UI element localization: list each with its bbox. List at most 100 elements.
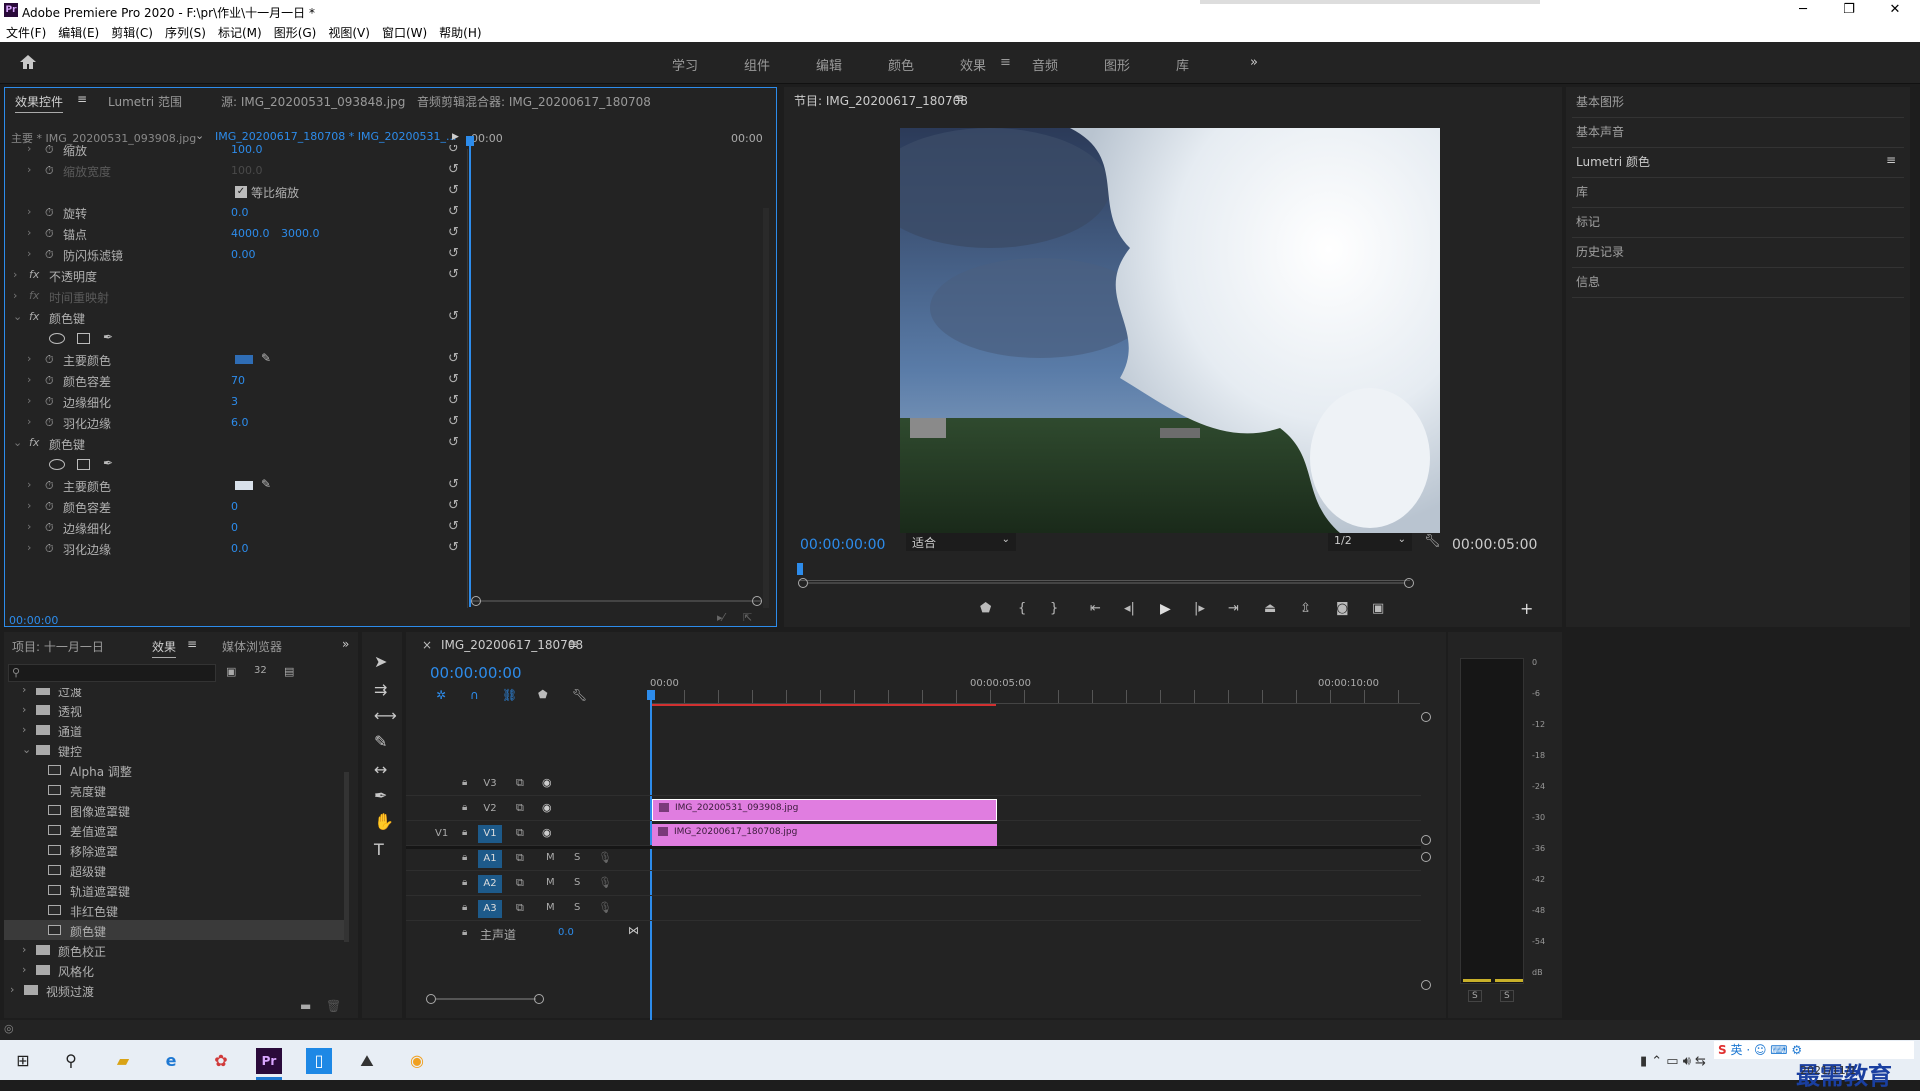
expand-chevron-icon[interactable]: › <box>22 963 26 976</box>
effects-item[interactable]: 亮度键 <box>4 780 349 800</box>
workspace-learn[interactable]: 学习 <box>672 55 698 74</box>
ec-row[interactable]: ✓ 等比缩放 ↺ <box>5 181 460 202</box>
windows-start-icon[interactable]: ⊞ <box>10 1048 36 1074</box>
tab-effects[interactable]: 效果 <box>152 638 177 658</box>
ec-row[interactable]: ✒ <box>5 328 460 349</box>
app-orange-icon[interactable]: ◉ <box>404 1048 430 1074</box>
property-value[interactable]: 100.0 <box>231 164 263 177</box>
ec-row[interactable]: ⌄ fx 颜色键 ↺ <box>5 433 460 454</box>
mute-button[interactable]: M <box>546 852 555 863</box>
reset-icon[interactable]: ↺ <box>448 351 459 366</box>
sync-lock-icon[interactable]: ⧉ <box>516 801 524 815</box>
property-value[interactable]: 70 <box>231 374 245 387</box>
lock-icon[interactable]: 🔒︎ <box>462 827 467 838</box>
microphone-icon[interactable]: 🎙︎ <box>598 851 612 864</box>
workspace-assembly[interactable]: 组件 <box>744 55 770 74</box>
program-monitor-title[interactable]: 节目: IMG_20200617_180708 <box>794 92 968 109</box>
timeline-zoom-right-handle[interactable] <box>534 994 544 1004</box>
eyedropper-icon[interactable]: ✎ <box>261 351 271 365</box>
program-menu-icon[interactable]: ≡ <box>954 91 964 105</box>
ec-row[interactable]: ⌄ fx 颜色键 ↺ <box>5 307 460 328</box>
sync-lock-icon[interactable]: ⧉ <box>516 876 524 890</box>
export-frame-icon[interactable]: ◙ <box>1336 601 1349 616</box>
effects-item[interactable]: 移除遮罩 <box>4 840 349 860</box>
fx-icon[interactable]: fx <box>29 268 39 281</box>
track-target-a3[interactable]: A3 <box>478 900 502 918</box>
menu-window[interactable]: 窗口(W) <box>376 22 433 41</box>
reset-icon[interactable]: ↺ <box>448 393 459 408</box>
ec-row[interactable]: › ⏱ 颜色容差 70 ↺ <box>5 370 460 391</box>
master-track-value[interactable]: 0.0 <box>558 927 574 938</box>
clip-v2[interactable]: IMG_20200531_093908.jpg <box>652 799 997 821</box>
property-value[interactable]: 0.0 <box>231 542 249 555</box>
expand-chevron-icon[interactable]: › <box>27 520 31 533</box>
expand-chevron-icon[interactable]: › <box>27 163 31 176</box>
reset-icon[interactable]: ↺ <box>448 540 459 555</box>
eye-icon[interactable]: ◉ <box>542 776 552 789</box>
reset-icon[interactable]: ↺ <box>448 414 459 429</box>
ec-row[interactable]: › ⏱ 颜色容差 0 ↺ <box>5 496 460 517</box>
wrench-icon[interactable]: 🔧︎ <box>1424 534 1441 549</box>
expand-chevron-icon[interactable]: › <box>13 289 17 302</box>
color-swatch[interactable] <box>235 481 253 490</box>
panel-libraries[interactable]: 库 <box>1576 183 1588 200</box>
ec-export-icon[interactable]: ⇱ <box>743 611 752 624</box>
reset-icon[interactable]: ↺ <box>448 477 459 492</box>
expand-chevron-icon[interactable]: › <box>27 247 31 260</box>
effects-item[interactable]: 颜色键 <box>4 920 349 940</box>
linked-selection-icon[interactable]: ⛓ <box>502 688 517 702</box>
expand-chevron-icon[interactable]: › <box>27 145 31 155</box>
track-target-v3[interactable]: V3 <box>478 775 502 793</box>
tab-lumetri-scopes[interactable]: Lumetri 范围 <box>108 93 182 110</box>
master-clip-label[interactable]: 主要 * IMG_20200531_093908.jpg <box>11 130 196 146</box>
menu-clip[interactable]: 剪辑(C) <box>105 22 159 41</box>
effects-folder[interactable]: › 颜色校正 <box>4 940 349 960</box>
panel-history[interactable]: 历史记录 <box>1576 243 1624 260</box>
property-value[interactable]: 4000.0 <box>231 227 270 240</box>
menu-edit[interactable]: 编辑(E) <box>52 22 105 41</box>
stopwatch-icon[interactable]: ⏱ <box>45 248 54 262</box>
stopwatch-icon[interactable]: ⏱ <box>45 500 54 514</box>
expand-chevron-icon[interactable]: › <box>27 541 31 554</box>
effects-folder[interactable]: › 过渡 <box>4 688 349 700</box>
pen-mask-icon[interactable]: ✒ <box>103 330 113 344</box>
photos-icon[interactable]: ⛰ <box>354 1048 380 1074</box>
timeline-ruler[interactable] <box>650 690 1420 704</box>
lock-icon[interactable]: 🔒︎ <box>462 852 467 863</box>
a-scroll-handle[interactable] <box>1421 980 1431 990</box>
track-target-a1[interactable]: A1 <box>478 850 502 868</box>
panel-markers[interactable]: 标记 <box>1576 213 1600 230</box>
workspace-audio[interactable]: 音频 <box>1032 55 1058 74</box>
solo-right-button[interactable]: S <box>1500 990 1514 1002</box>
ripple-edit-tool-icon[interactable]: ⟷ <box>374 706 397 725</box>
reset-icon[interactable]: ↺ <box>448 435 459 450</box>
master-track-end-icon[interactable]: ⋈ <box>628 924 639 937</box>
eyedropper-icon[interactable]: ✎ <box>261 477 271 491</box>
eye-icon[interactable]: ◉ <box>542 826 552 839</box>
ec-row[interactable]: › ⏱ 旋转 0.0 ↺ <box>5 202 460 223</box>
minimize-button[interactable]: ─ <box>1780 0 1826 22</box>
ec-row[interactable]: › ⏱ 缩放宽度 100.0 ↺ <box>5 160 460 181</box>
chevron-down-icon[interactable]: ⌄ <box>195 129 204 142</box>
menu-file[interactable]: 文件(F) <box>0 22 52 41</box>
extract-icon[interactable]: ⇫ <box>1300 601 1311 616</box>
tab-source[interactable]: 源: IMG_20200531_093848.jpg <box>221 93 405 110</box>
sync-lock-icon[interactable]: ⧉ <box>516 851 524 865</box>
resolution-dropdown[interactable]: 1/2 ⌄ <box>1328 533 1412 551</box>
reset-icon[interactable]: ↺ <box>448 519 459 534</box>
rect-mask-icon[interactable] <box>77 333 90 344</box>
ec-row[interactable]: › ⏱ 主要颜色 ✎ ↺ <box>5 475 460 496</box>
workspace-color[interactable]: 颜色 <box>888 55 914 74</box>
fx-icon[interactable]: fx <box>29 289 39 302</box>
video-audio-divider[interactable] <box>406 846 1421 849</box>
microphone-icon[interactable]: 🎙︎ <box>598 876 612 889</box>
clip-v1[interactable]: IMG_20200617_180708.jpg <box>652 824 997 846</box>
yuv-effects-icon[interactable]: ▤ <box>284 665 294 678</box>
effects-folder[interactable]: › 通道 <box>4 720 349 740</box>
timeline-playhead-handle[interactable] <box>647 690 655 700</box>
solo-button[interactable]: S <box>574 852 580 863</box>
reset-icon[interactable]: ↺ <box>448 246 459 261</box>
track-row[interactable]: 🔒︎ A3 ⧉ M S 🎙︎ <box>406 897 1421 921</box>
lock-icon[interactable]: 🔒︎ <box>462 802 467 813</box>
panel-info[interactable]: 信息 <box>1576 273 1600 290</box>
